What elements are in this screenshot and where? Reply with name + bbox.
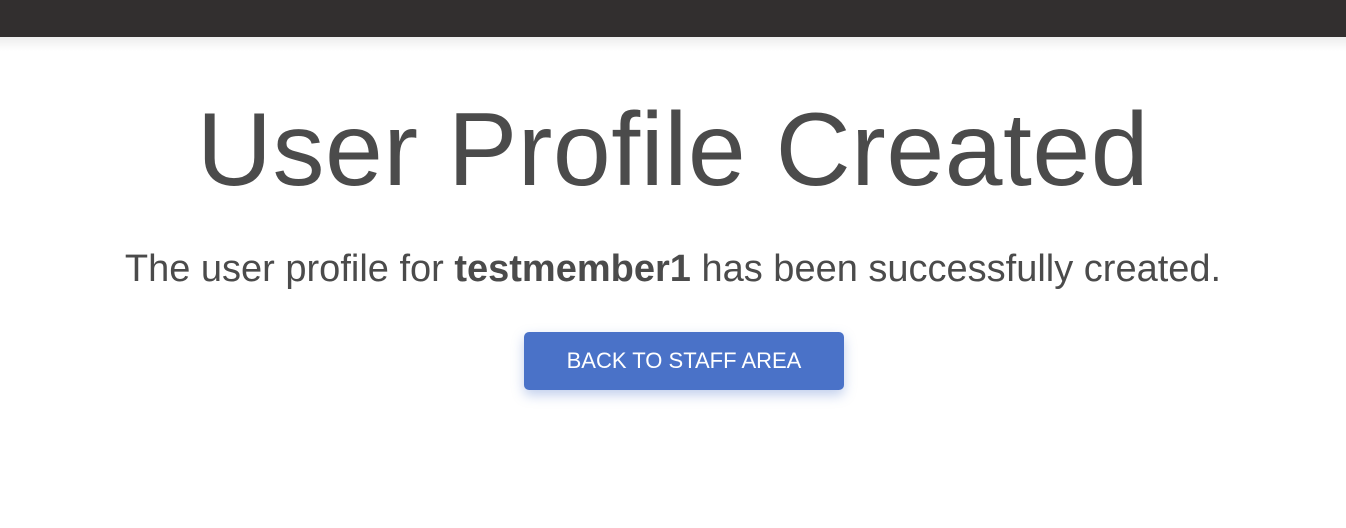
success-message: The user profile for testmember1 has bee…	[0, 246, 1346, 292]
top-nav-bar	[0, 0, 1346, 37]
top-nav-shadow	[0, 37, 1346, 51]
username: testmember1	[454, 248, 691, 290]
message-prefix: The user profile for	[124, 248, 455, 290]
back-to-staff-area-button[interactable]: BACK TO STAFF AREA	[524, 332, 844, 390]
message-suffix: has been successfully created.	[690, 248, 1222, 290]
page-title: User Profile Created	[196, 92, 1150, 208]
